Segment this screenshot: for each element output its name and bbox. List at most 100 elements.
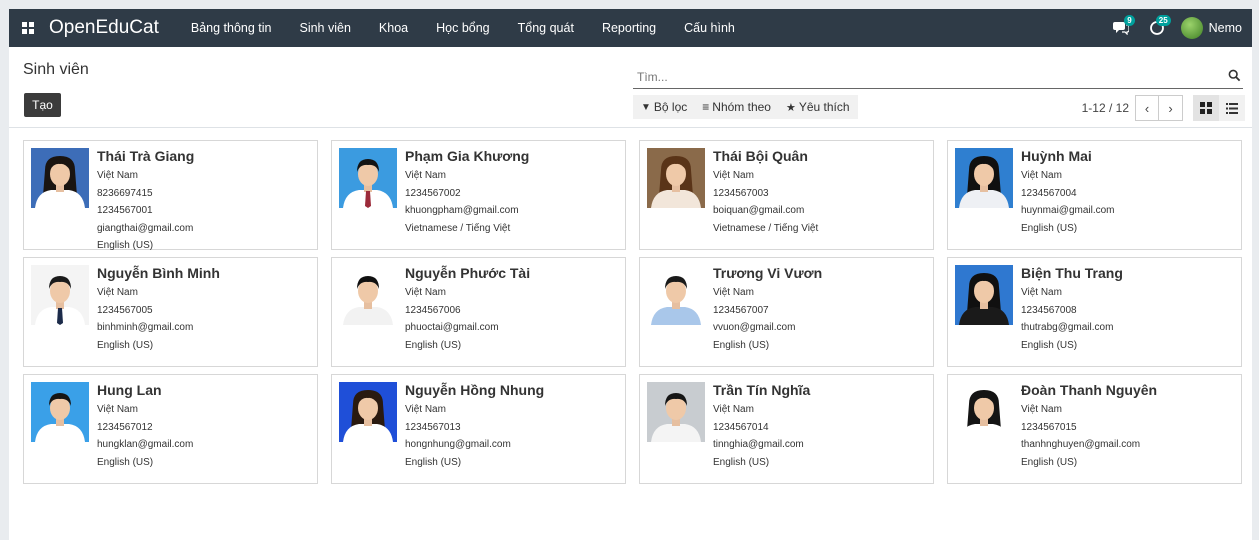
portrait-image bbox=[343, 276, 393, 325]
student-detail-line: 1234567002 bbox=[405, 187, 461, 199]
student-photo bbox=[31, 265, 89, 325]
student-info: Huỳnh Mai Việt Nam 1234567004 huynmai@gmail… bbox=[1021, 148, 1234, 242]
student-photo bbox=[31, 382, 89, 442]
portrait-image bbox=[35, 276, 85, 325]
student-detail-line: 1234567005 bbox=[97, 304, 153, 316]
student-name[interactable]: Nguyễn Hồng Nhung bbox=[405, 382, 618, 398]
student-name[interactable]: Đoàn Thanh Nguyên bbox=[1021, 382, 1234, 398]
search-icon[interactable] bbox=[1228, 69, 1241, 87]
student-name[interactable]: Thái Trà Giang bbox=[97, 148, 310, 164]
student-detail-line: 1234567013 bbox=[405, 421, 461, 433]
activity-button[interactable]: 25 bbox=[1139, 9, 1175, 47]
menu-item-reporting[interactable]: Reporting bbox=[588, 9, 670, 47]
filter-button[interactable]: ▼ Bộ lọc bbox=[633, 100, 694, 114]
student-card[interactable]: Nguyễn Bình Minh Việt Nam 1234567005 binhmi… bbox=[23, 257, 318, 367]
portrait-image bbox=[651, 156, 701, 208]
menu-item-general[interactable]: Tổng quát bbox=[504, 9, 588, 47]
student-detail-line: Vietnamese / Tiếng Việt bbox=[405, 222, 511, 234]
student-detail-line: thanhnghuyen@gmail.com bbox=[1021, 439, 1141, 450]
student-photo bbox=[955, 148, 1013, 208]
student-detail-line: Việt Nam bbox=[405, 287, 446, 298]
portrait-image bbox=[959, 156, 1009, 208]
menu-item-configuration[interactable]: Cấu hình bbox=[670, 9, 749, 47]
pager-next-button[interactable]: › bbox=[1159, 95, 1183, 121]
student-card[interactable]: Đoàn Thanh Nguyên Việt Nam 1234567015 thanh… bbox=[947, 374, 1242, 484]
pager-value[interactable]: 1-12 / 12 bbox=[1082, 101, 1129, 115]
student-card[interactable]: Phạm Gia Khương Việt Nam 1234567002 khuongp… bbox=[331, 140, 626, 250]
top-navbar: OpenEduCat Bảng thông tin Sinh viên Khoa… bbox=[9, 9, 1252, 47]
student-name[interactable]: Hung Lan bbox=[97, 382, 310, 398]
portrait-image bbox=[651, 393, 701, 442]
student-detail-line: Việt Nam bbox=[713, 170, 754, 181]
student-card[interactable]: Trần Tín Nghĩa Việt Nam 1234567014 tinnghia… bbox=[639, 374, 934, 484]
menu-item-faculty[interactable]: Khoa bbox=[365, 9, 422, 47]
page-title[interactable]: Sinh viên bbox=[23, 61, 89, 79]
pager-previous-button[interactable]: ‹ bbox=[1135, 95, 1159, 121]
student-card[interactable]: Hung Lan Việt Nam 1234567012 hungklan@gmail… bbox=[23, 374, 318, 484]
student-detail-line: 1234567001 bbox=[97, 205, 153, 216]
student-detail-line: English (US) bbox=[405, 456, 462, 468]
student-name[interactable]: Nguyễn Phước Tài bbox=[405, 265, 618, 281]
view-switcher bbox=[1193, 95, 1245, 121]
student-name[interactable]: Phạm Gia Khương bbox=[405, 148, 618, 164]
messages-button[interactable]: 9 bbox=[1103, 9, 1139, 47]
student-detail-line: vvuon@gmail.com bbox=[713, 322, 796, 333]
student-card[interactable]: Nguyễn Phước Tài Việt Nam 1234567006 phuoct… bbox=[331, 257, 626, 367]
student-detail-line: Vietnamese / Tiếng Việt bbox=[713, 222, 819, 234]
group-by-button[interactable]: ≡ Nhóm theo bbox=[694, 100, 778, 114]
student-card[interactable]: Nguyễn Hồng Nhung Việt Nam 1234567013 hongn… bbox=[331, 374, 626, 484]
student-card[interactable]: Thái Trà Giang Việt Nam 8236697415 12345670… bbox=[23, 140, 318, 251]
student-detail-line: 1234567007 bbox=[713, 304, 769, 316]
menu-item-scholarship[interactable]: Học bổng bbox=[422, 9, 504, 47]
portrait-image bbox=[343, 159, 393, 208]
student-detail-line: English (US) bbox=[713, 456, 770, 468]
kanban-icon bbox=[1200, 102, 1212, 114]
student-name[interactable]: Huỳnh Mai bbox=[1021, 148, 1234, 164]
student-name[interactable]: Biện Thu Trang bbox=[1021, 265, 1234, 281]
menu-item-dashboard[interactable]: Bảng thông tin bbox=[177, 9, 286, 47]
student-detail-line: phuoctai@gmail.com bbox=[405, 322, 499, 333]
user-menu[interactable]: Nemo bbox=[1175, 9, 1252, 47]
menu-item-students[interactable]: Sinh viên bbox=[285, 9, 364, 47]
student-name[interactable]: Trần Tín Nghĩa bbox=[713, 382, 926, 398]
list-view-button[interactable] bbox=[1219, 95, 1245, 121]
search-options: ▼ Bộ lọc ≡ Nhóm theo ★ Yêu thích bbox=[633, 95, 858, 119]
list-icon bbox=[1226, 102, 1238, 114]
student-card[interactable]: Thái Bội Quân Việt Nam 1234567003 boiquan@g… bbox=[639, 140, 934, 250]
student-card[interactable]: Trương Vi Vươn Việt Nam 1234567007 vvuon@gm… bbox=[639, 257, 934, 367]
student-detail-line: English (US) bbox=[405, 339, 462, 351]
student-detail-line: hungklan@gmail.com bbox=[97, 439, 194, 450]
portrait-image bbox=[651, 276, 701, 325]
student-name[interactable]: Nguyễn Bình Minh bbox=[97, 265, 310, 281]
student-info: Nguyễn Phước Tài Việt Nam 1234567006 phuoct… bbox=[405, 265, 618, 359]
student-detail-line: 1234567014 bbox=[713, 421, 769, 433]
search-input[interactable] bbox=[633, 67, 1193, 87]
student-card[interactable]: Biện Thu Trang Việt Nam 1234567008 thutrabg… bbox=[947, 257, 1242, 367]
student-photo bbox=[31, 148, 89, 208]
student-card[interactable]: Huỳnh Mai Việt Nam 1234567004 huynmai@gmail… bbox=[947, 140, 1242, 250]
apps-grid-icon[interactable] bbox=[13, 9, 43, 47]
student-detail-line: Việt Nam bbox=[1021, 170, 1062, 181]
student-name[interactable]: Thái Bội Quân bbox=[713, 148, 926, 164]
user-avatar bbox=[1180, 17, 1203, 39]
student-info: Thái Bội Quân Việt Nam 1234567003 boiquan@g… bbox=[713, 148, 926, 242]
student-detail-line: Việt Nam bbox=[713, 287, 754, 298]
favorites-button[interactable]: ★ Yêu thích bbox=[778, 100, 857, 114]
student-info: Nguyễn Bình Minh Việt Nam 1234567005 binhmi… bbox=[97, 265, 310, 359]
student-photo bbox=[955, 265, 1013, 325]
control-panel: Sinh viên Tạo ▼ Bộ lọc ≡ Nhóm theo ★ Yêu… bbox=[9, 47, 1252, 128]
student-name[interactable]: Trương Vi Vươn bbox=[713, 265, 926, 281]
brand-title[interactable]: OpenEduCat bbox=[49, 17, 159, 39]
student-detail-line: 1234567006 bbox=[405, 304, 461, 316]
student-info: Hung Lan Việt Nam 1234567012 hungklan@gmail… bbox=[97, 382, 310, 476]
portrait-image bbox=[959, 273, 1009, 325]
student-detail-line: Việt Nam bbox=[97, 287, 138, 298]
create-button[interactable]: Tạo bbox=[24, 93, 61, 117]
kanban-view-button[interactable] bbox=[1193, 95, 1219, 121]
student-info: Trần Tín Nghĩa Việt Nam 1234567014 tinnghia… bbox=[713, 382, 926, 476]
bars-icon: ≡ bbox=[702, 100, 710, 114]
student-photo bbox=[339, 382, 397, 442]
student-photo bbox=[955, 382, 1013, 442]
student-kanban: Thái Trà Giang Việt Nam 8236697415 12345670… bbox=[23, 140, 1243, 484]
student-detail-line: huynmai@gmail.com bbox=[1021, 205, 1115, 216]
